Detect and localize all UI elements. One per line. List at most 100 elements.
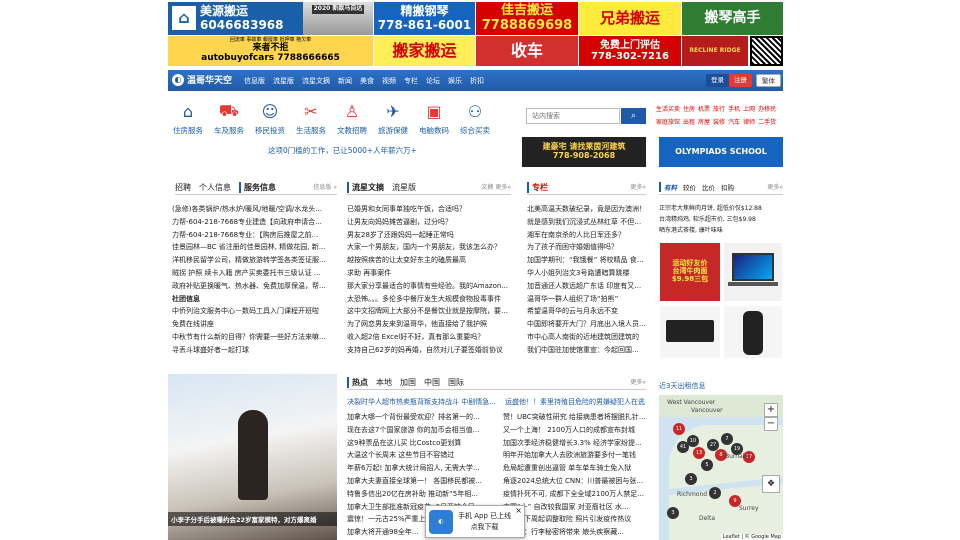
- category-housing[interactable]: ⌂ 住房服务: [168, 100, 208, 136]
- hot-link[interactable]: 生活买卖: [656, 106, 680, 113]
- category-travel-health[interactable]: ✈ 旅游保健: [373, 100, 413, 136]
- rental-map[interactable]: 11 10 41 13 27 7 8 19 5 17 3 2 9 3 West Vancouver Van…: [659, 395, 783, 540]
- list-item[interactable]: 求助 再事案件: [347, 267, 511, 280]
- category-immigration[interactable]: ☺ 移民投资: [250, 100, 290, 136]
- ad-banner-construction[interactable]: 建豪宅 请找莱茵河建筑 778-908-2068: [522, 137, 646, 167]
- nav-link[interactable]: 专栏: [404, 76, 418, 86]
- list-item[interactable]: 温哥华一群人组织了场“拍熊”: [527, 293, 647, 306]
- list-item[interactable]: 收入超2倍 Excel好不好，真有那么重要吗？: [347, 331, 511, 344]
- list-item[interactable]: 太恐怖。。。多伦多中餐厅发生大规模食物投毒事件: [347, 293, 511, 306]
- list-item[interactable]: 中侨列治文服务中心－数码工具入门课程开班啦: [172, 305, 336, 318]
- more-link[interactable]: 更多»: [630, 377, 646, 386]
- list-item[interactable]: 寻丢斗球盛好者一起打球: [172, 344, 336, 357]
- ad-banner-olympiads[interactable]: OLYMPIADS SCHOOL: [659, 137, 783, 167]
- tab-meteor[interactable]: 流星版: [392, 182, 416, 193]
- ad-banner-mazda[interactable]: 2020 新款马自达: [303, 2, 373, 35]
- tab-coupon[interactable]: 扣购: [721, 182, 734, 192]
- list-item[interactable]: 大家一个男朋友，国内一个男朋友，我该怎么办？: [347, 241, 511, 254]
- ad-banner-xiongdi[interactable]: 兄弟搬运: [579, 2, 681, 35]
- list-item[interactable]: 正宗老大焦鲜肉月饼, 超低价仅$12.88: [659, 203, 783, 214]
- hot-link[interactable]: 汽车: [728, 119, 740, 126]
- nav-link[interactable]: 信息版: [244, 76, 265, 86]
- list-item[interactable]: 中国即将要开大门？月底出入境人员...: [527, 318, 647, 331]
- ad-banner-shouche[interactable]: 收车: [476, 36, 578, 66]
- tab-china[interactable]: 中国: [424, 377, 440, 388]
- promo-link[interactable]: 这项0门槛的工作，已让5000+人年薪六万+: [268, 145, 417, 156]
- list-item[interactable]: 北美高温天数破纪录，竟是因为澳洲！: [527, 203, 647, 216]
- list-item[interactable]: 角逐2024总统大位 CNN：川普最被困与张...: [503, 475, 647, 488]
- category-education-jobs[interactable]: ♙ 文教招聘: [332, 100, 372, 136]
- map-pin[interactable]: 7: [721, 433, 733, 445]
- tab-canada[interactable]: 加国: [400, 377, 416, 388]
- deal-projector[interactable]: [660, 306, 720, 358]
- list-item[interactable]: 加拿大哪一个背份最受欢迎？排名第一的...: [347, 411, 497, 424]
- list-item[interactable]: 加拿大夫妻直接全球第一！ 各国移民都被...: [347, 475, 497, 488]
- tab-world[interactable]: 国际: [448, 377, 464, 388]
- search-input[interactable]: [526, 108, 620, 124]
- more-link[interactable]: 信息版 »: [313, 182, 337, 191]
- tab-local[interactable]: 本地: [376, 377, 392, 388]
- list-item[interactable]: 免费在线讲座: [172, 318, 336, 331]
- headline[interactable]: 决裂时华人超市热卖瓶背叛支持战斗 中剧情急...: [347, 396, 497, 409]
- hot-link[interactable]: 上网: [743, 106, 755, 113]
- list-item[interactable]: 支持自己62岁的妈再婚，自然对儿子要签婚前协议: [347, 344, 511, 357]
- ad-banner-banjia[interactable]: 搬家搬运: [374, 36, 475, 66]
- tab-jobs[interactable]: 招聘: [175, 182, 191, 193]
- map-pin[interactable]: 41: [677, 441, 689, 453]
- tab-services[interactable]: 服务信息: [239, 181, 276, 193]
- category-computer-digital[interactable]: ▣ 电脑数码: [414, 100, 454, 136]
- traditional-chinese-button[interactable]: 繁体: [756, 74, 781, 87]
- ad-banner-jiaji[interactable]: 佳吉搬运 7788869698: [476, 2, 578, 35]
- list-item[interactable]: 佳景园林—BC 省注册的佳景园林, 精做花园, 新...: [172, 241, 336, 254]
- map-pin[interactable]: 11: [673, 423, 685, 435]
- site-logo[interactable]: ◐ 温哥华天空: [172, 73, 232, 86]
- hot-link[interactable]: 装修: [713, 119, 725, 126]
- hot-link[interactable]: 旅行: [713, 106, 725, 113]
- list-item[interactable]: 让男友向妈妈摊苦逼剧，过分吗？: [347, 216, 511, 229]
- hot-link[interactable]: 出租: [683, 119, 695, 126]
- tab-price[interactable]: 比价: [702, 182, 715, 192]
- close-icon[interactable]: ×: [515, 506, 522, 515]
- list-item[interactable]: 加国次季经济稳健增长3.3% 经济学家纷提...: [503, 437, 647, 450]
- ad-banner-meiyuan[interactable]: ⌂ 美源搬运 6046683968: [168, 2, 303, 35]
- nav-link[interactable]: 折扣: [470, 76, 484, 86]
- list-item[interactable]: 疫情扑死不可, 成都下全全域2100万人禁足...: [503, 488, 647, 501]
- login-button[interactable]: 登录: [706, 74, 729, 87]
- more-link[interactable]: 更多»: [630, 182, 646, 191]
- ad-banner-recline-ridge[interactable]: RECLINE RIDGE: [682, 36, 748, 66]
- tab-hot[interactable]: 热点: [347, 376, 368, 388]
- zoom-in-button[interactable]: +: [764, 403, 778, 417]
- ad-banner-banqin[interactable]: 搬琴高手: [682, 2, 783, 35]
- layers-button[interactable]: ❖: [762, 475, 780, 493]
- list-item[interactable]: 这9种票品在这儿买 比Costco更划算: [347, 437, 497, 450]
- list-item[interactable]: 现在去这7个国家旅游 你的加币会相当值...: [347, 424, 497, 437]
- tab-compare[interactable]: 较价: [683, 182, 696, 192]
- list-item[interactable]: 年薪6万起! 加拿大统计局招人, 无需大学...: [347, 462, 497, 475]
- ad-banner-free-quote[interactable]: 免费上门评估 778-302-7216: [579, 36, 681, 66]
- deal-noodle[interactable]: 运动好友价 台湾牛肉面 $9.98三包: [660, 243, 720, 301]
- list-item[interactable]: 越按照疾苦的让太变好东主的磕质最高: [347, 254, 511, 267]
- list-item[interactable]: 华人小姐列治文3号路遭暗算跳楼: [527, 267, 647, 280]
- headline[interactable]: 运盛他！！素里持殖目危险的男嫌疑犯人在逃: [505, 396, 647, 409]
- more-link[interactable]: 更多»: [767, 182, 783, 191]
- hot-link[interactable]: 家庭旅馆: [656, 119, 680, 126]
- list-item[interactable]: 加国学期刊：“我饿餐” 将校精品 食保全: [527, 254, 647, 267]
- list-item[interactable]: 中秋节有什么新的目得？你需要一些好方法来嘛...: [172, 331, 336, 344]
- list-item[interactable]: 政府补贴更换暖气、热水器、免费加厚保温，帮...: [172, 280, 336, 293]
- tab-digest[interactable]: 流星文摘: [347, 181, 384, 193]
- map-pin[interactable]: 13: [693, 447, 705, 459]
- category-car[interactable]: ⛟ 车及服务: [209, 100, 249, 136]
- nav-link[interactable]: 论坛: [426, 76, 440, 86]
- list-item[interactable]: 市中心高人南街的近地建筑团建筑的: [527, 331, 647, 344]
- map-pin[interactable]: 2: [709, 487, 721, 499]
- list-item[interactable]: 晒东港式茶楼, 康叶味味: [659, 225, 783, 236]
- list-item[interactable]: 特鲁多信出20亿在房补助 推动新“5年相...: [347, 488, 497, 501]
- hot-link[interactable]: 二手货: [758, 119, 776, 126]
- list-item[interactable]: 力帮-604-218-7668专业建造【向政府申请合...: [172, 216, 336, 229]
- list-item[interactable]: 希望温哥华的云与月永远不变: [527, 305, 647, 318]
- register-button[interactable]: 注册: [729, 74, 752, 87]
- hot-link[interactable]: 律师: [743, 119, 755, 126]
- search-button[interactable]: ⌕: [621, 108, 646, 124]
- zoom-out-button[interactable]: −: [764, 417, 778, 431]
- list-item[interactable]: 明年开始加拿大人去欧洲旅游要多付一笔钱: [503, 449, 647, 462]
